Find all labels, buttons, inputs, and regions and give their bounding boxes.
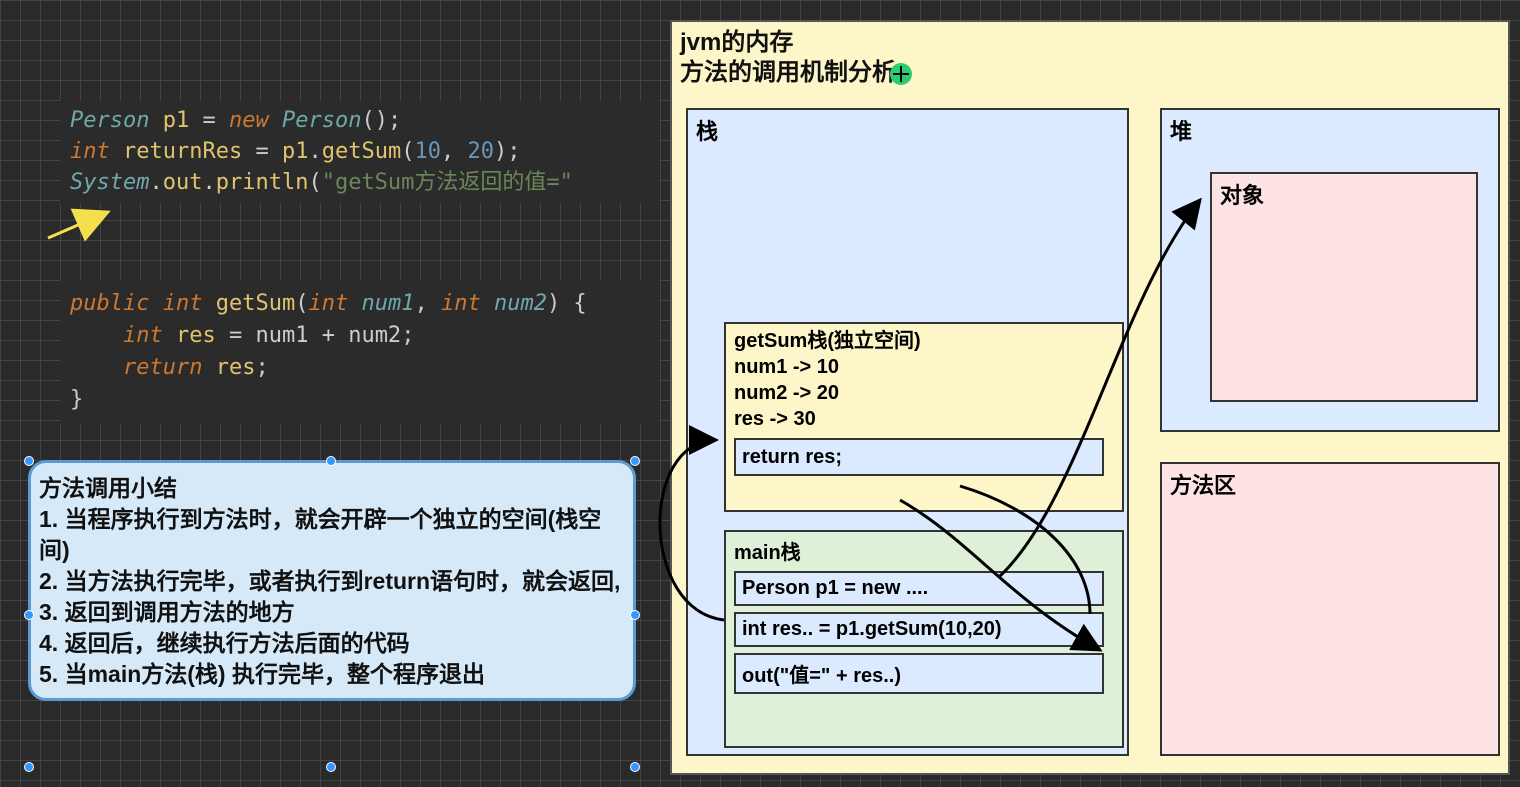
method-area-label: 方法区 [1162,464,1498,504]
code-block-caller: Person p1 = new Person(); int returnRes … [60,100,660,204]
resize-handle[interactable] [326,456,336,466]
summary-item: 4. 返回后，继续执行方法后面的代码 [39,628,625,659]
resize-handle[interactable] [326,762,336,772]
summary-item: 5. 当main方法(栈) 执行完毕，整个程序退出 [39,659,625,690]
main-title: main栈 [734,536,1114,565]
method-area-panel: 方法区 [1160,462,1500,756]
getsum-var: num2 -> 20 [734,380,1114,406]
jvm-title: jvm的内存 方法的调用机制分析 [672,22,1508,88]
heap-panel: 堆 对象 [1160,108,1500,432]
getsum-stack-frame: getSum栈(独立空间) num1 -> 10 num2 -> 20 res … [724,322,1124,512]
summary-box[interactable]: 方法调用小结 1. 当程序执行到方法时，就会开辟一个独立的空间(栈空间) 2. … [28,460,636,701]
object-box: 对象 [1210,172,1478,402]
resize-handle[interactable] [24,762,34,772]
getsum-var: num1 -> 10 [734,354,1114,380]
main-stmt: int res.. = p1.getSum(10,20) [734,612,1104,647]
getsum-title: getSum栈(独立空间) [734,328,1114,354]
object-label: 对象 [1212,174,1476,214]
stack-label: 栈 [688,110,1127,150]
resize-handle[interactable] [630,456,640,466]
return-statement: return res; [734,438,1104,476]
move-cursor-icon[interactable] [890,63,912,85]
stack-panel: 栈 getSum栈(独立空间) num1 -> 10 num2 -> 20 re… [686,108,1129,756]
resize-handle[interactable] [630,610,640,620]
code-block-method: public int getSum(int num1, int num2) { … [60,280,660,424]
jvm-memory-panel: jvm的内存 方法的调用机制分析 栈 getSum栈(独立空间) num1 ->… [670,20,1510,775]
heap-label: 堆 [1162,110,1498,150]
yellow-arrow-icon [48,212,108,238]
summary-item: 2. 当方法执行完毕，或者执行到return语句时，就会返回, [39,566,625,597]
summary-item: 3. 返回到调用方法的地方 [39,597,625,628]
main-stmt: Person p1 = new .... [734,571,1104,606]
main-stack-frame: main栈 Person p1 = new .... int res.. = p… [724,530,1124,748]
main-stmt: out("值=" + res..) [734,653,1104,694]
resize-handle[interactable] [24,456,34,466]
resize-handle[interactable] [630,762,640,772]
resize-handle[interactable] [24,610,34,620]
summary-title: 方法调用小结 [39,473,625,504]
summary-item: 1. 当程序执行到方法时，就会开辟一个独立的空间(栈空间) [39,504,625,566]
getsum-var: res -> 30 [734,406,1114,432]
